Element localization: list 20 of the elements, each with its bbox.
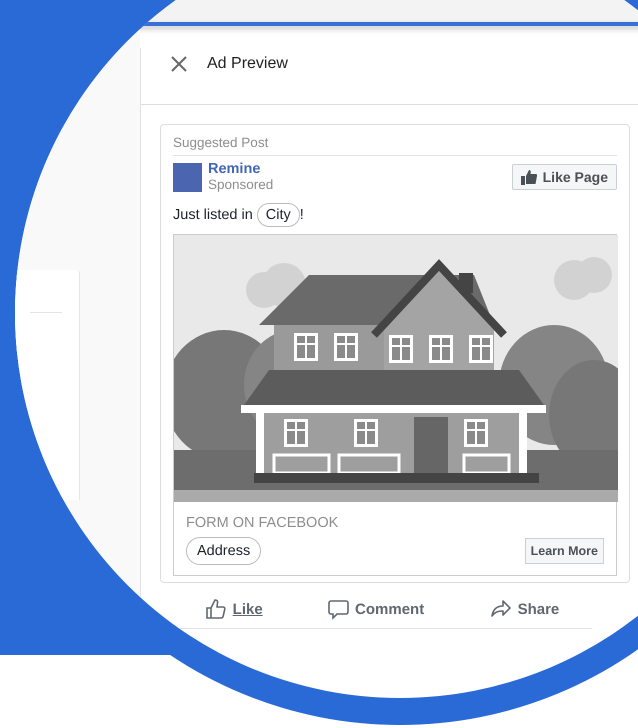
learn-more-button[interactable]: Learn More [524,538,604,564]
share-action[interactable]: Share [490,598,560,620]
post-text-end: ! [300,207,304,223]
post-text: Just listed in [173,207,253,223]
address-token: Address [186,537,262,565]
like-page-button[interactable]: Like Page [512,164,617,190]
thumbs-up-icon [520,170,537,184]
page-avatar [173,162,202,192]
thumbs-up-icon [204,598,227,620]
close-icon[interactable] [169,54,189,74]
city-token: City [256,203,300,227]
dialog-title: Ad Preview [207,55,288,73]
sponsored-label: Sponsored [208,177,274,193]
share-arrow-icon [490,599,512,619]
post-label: Suggested Post [173,135,617,156]
form-label: FORM ON FACEBOOK [186,515,340,531]
speech-bubble-icon [328,598,350,620]
page-name[interactable]: Remine [208,161,506,177]
like-action[interactable]: Like [204,598,263,620]
comment-action[interactable]: Comment [328,598,424,620]
